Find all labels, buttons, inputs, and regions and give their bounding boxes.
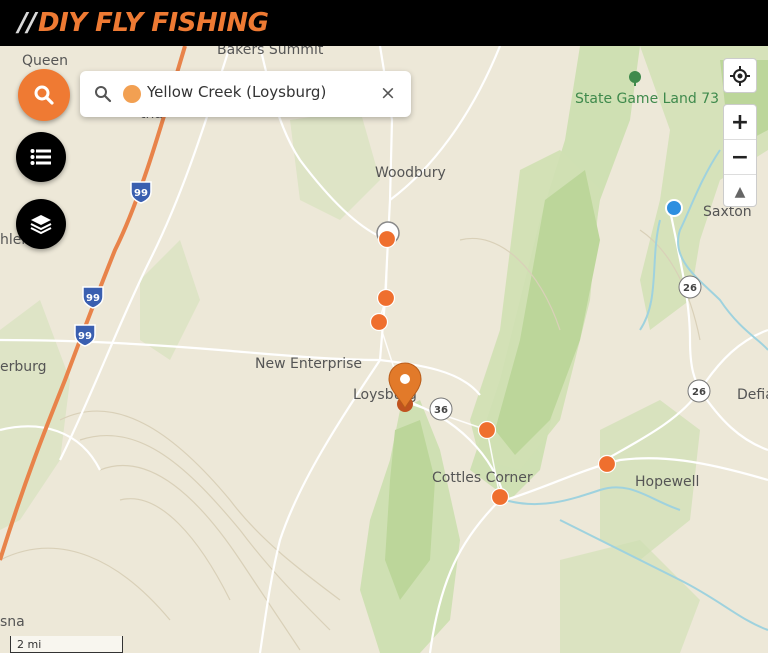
i99-shield: 99 [74,324,96,347]
brand-slashes: // [18,8,37,38]
scale-bar: 2 mi [10,636,123,653]
brand-name: DIY FLY FISHING [38,8,269,38]
i99-shield: 99 [130,181,152,204]
map-canvas[interactable]: 99 99 99 26 26 36 Queen Bakers Summit Wo… [0,46,768,653]
zoom-controls: + − ▲ [723,104,757,207]
access-point-marker[interactable] [377,229,397,249]
pa36-shield: 36 [429,397,453,421]
stream-color-dot [123,85,141,103]
access-point-marker[interactable] [597,454,617,474]
label-sna: sna [0,614,25,630]
access-point-marker[interactable] [369,312,389,332]
svg-text:99: 99 [78,331,92,342]
label-new-enterprise: New Enterprise [255,356,362,372]
svg-text:99: 99 [134,188,148,199]
search-icon [95,86,112,103]
locate-button[interactable] [723,58,757,93]
label-state-game-land: State Game Land 73 [575,91,719,107]
label-erburg: erburg [0,359,47,375]
compass-icon: ▲ [734,184,746,200]
user-location-dot [665,199,683,217]
svg-text:26: 26 [692,387,706,398]
layers-icon [30,215,52,235]
label-bakers-summit: Bakers Summit [217,46,324,58]
svg-text:26: 26 [683,283,697,294]
zoom-out-button[interactable]: − [724,140,756,175]
pa26-shield: 26 [687,379,711,403]
access-point-marker[interactable] [490,487,510,507]
svg-text:36: 36 [434,405,448,416]
label-defiance: Defia [737,387,768,403]
list-icon [30,149,51,165]
search-button[interactable] [18,69,70,121]
selected-stream-card[interactable]: Yellow Creek (Loysburg) × [80,71,411,117]
layers-button[interactable] [16,199,66,249]
brand-logo[interactable]: //DIY FLY FISHING [18,8,269,38]
label-queen: Queen [22,53,68,69]
selected-stream-name: Yellow Creek (Loysburg) [147,83,327,101]
search-icon [34,85,54,105]
top-bar: //DIY FLY FISHING [0,0,768,46]
compass-button[interactable]: ▲ [724,175,756,209]
label-cottles-corner: Cottles Corner [432,470,533,486]
label-woodbury: Woodbury [375,165,446,181]
list-button[interactable] [16,132,66,182]
scale-label: 2 mi [17,638,42,651]
access-point-marker[interactable] [376,288,396,308]
close-icon[interactable]: × [380,82,396,104]
i99-shield: 99 [82,286,104,309]
zoom-in-button[interactable]: + [724,105,756,140]
label-hopewell: Hopewell [635,474,699,490]
pa26-shield: 26 [678,275,702,299]
access-point-marker[interactable] [477,420,497,440]
crosshair-icon [730,65,750,86]
svg-text:99: 99 [86,293,100,304]
